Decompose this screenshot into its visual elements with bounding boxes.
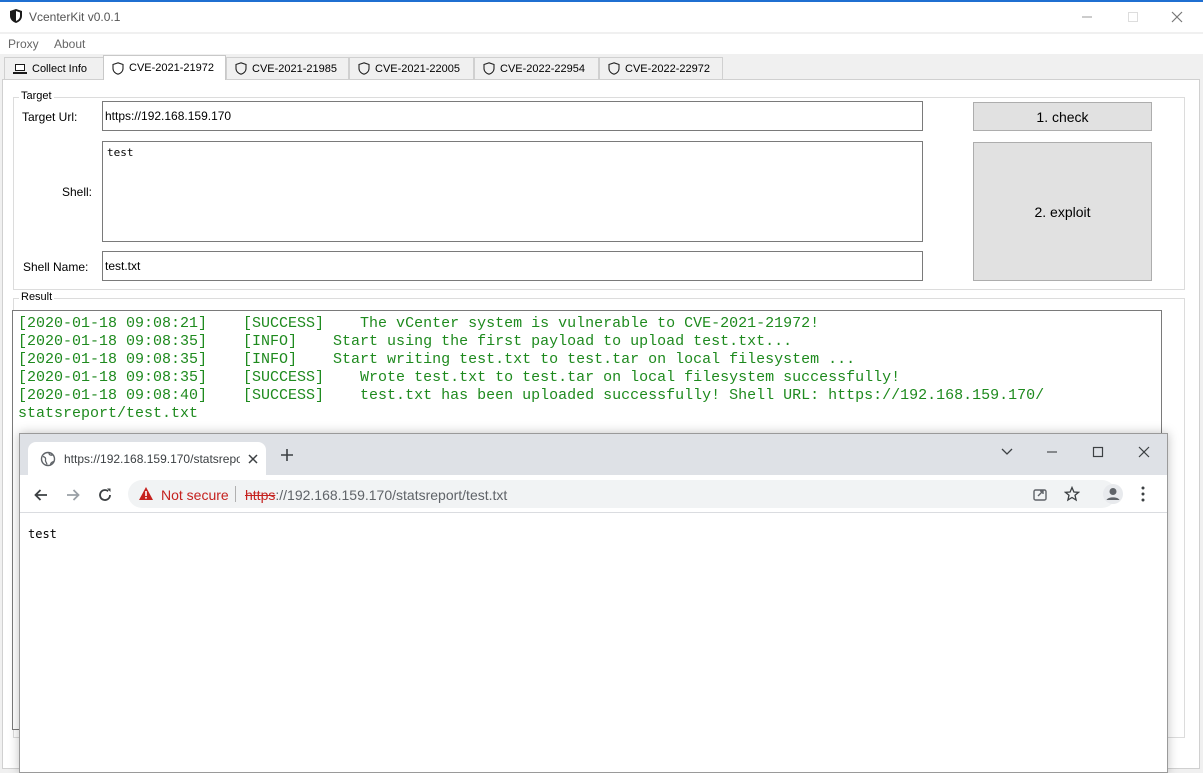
- target-url-label: Target Url:: [22, 110, 78, 124]
- back-button[interactable]: [30, 484, 52, 506]
- tab-cve-2021-21972[interactable]: CVE-2021-21972: [103, 55, 226, 80]
- warning-icon: [139, 487, 153, 500]
- target-url-input[interactable]: https://192.168.159.170: [102, 101, 923, 131]
- maximize-button[interactable]: [1110, 2, 1156, 32]
- url-rest: ://192.168.159.170/statsreport/test.txt: [275, 487, 508, 503]
- maximize-icon: [1092, 446, 1104, 458]
- page-content: test: [28, 527, 57, 541]
- tab-cve-2022-22972[interactable]: CVE-2022-22972: [599, 57, 723, 79]
- minimize-button[interactable]: [1064, 2, 1110, 32]
- target-group-label: Target: [19, 90, 54, 102]
- plus-icon: [281, 449, 293, 461]
- more-menu-icon[interactable]: [1141, 486, 1145, 502]
- tab-strip: Collect Info CVE-2021-21972 CVE-2021-219…: [0, 55, 1203, 80]
- reload-button[interactable]: [94, 484, 116, 506]
- shell-name-label: Shell Name:: [23, 260, 89, 274]
- menu-about[interactable]: About: [54, 37, 85, 51]
- log-line: [2020-01-18 09:08:35] [INFO] Start using…: [18, 333, 793, 350]
- shell-name-input[interactable]: test.txt: [102, 251, 923, 281]
- log-line: [2020-01-18 09:08:21] [SUCCESS] The vCen…: [18, 315, 820, 332]
- shell-label: Shell:: [62, 185, 93, 199]
- shell-textarea[interactable]: test: [102, 141, 923, 242]
- browser-minimize-button[interactable]: [1037, 440, 1067, 464]
- exploit-button[interactable]: 2. exploit: [973, 142, 1152, 281]
- new-tab-button[interactable]: [280, 446, 294, 466]
- profile-avatar-icon[interactable]: [1102, 483, 1124, 505]
- tab-label: CVE-2022-22954: [500, 62, 586, 75]
- shield-icon: [358, 62, 370, 75]
- tab-label: CVE-2021-22005: [375, 62, 461, 75]
- close-icon: [1138, 446, 1150, 458]
- result-group-label: Result: [19, 291, 55, 303]
- tab-search-button[interactable]: [992, 440, 1022, 464]
- tab-label: CVE-2021-21972: [129, 62, 215, 74]
- share-icon[interactable]: [1032, 486, 1048, 502]
- forward-arrow-icon: [67, 489, 80, 501]
- globe-icon: [40, 451, 56, 466]
- omnibox-divider: [235, 486, 236, 502]
- url-text[interactable]: https://192.168.159.170/statsreport/test…: [245, 487, 507, 503]
- close-icon: [1171, 11, 1183, 23]
- menu-proxy[interactable]: Proxy: [8, 37, 39, 51]
- back-arrow-icon: [34, 489, 47, 501]
- browser-tab-title: https://192.168.159.170/statsreport/test…: [64, 451, 240, 466]
- minimize-icon: [1047, 451, 1057, 453]
- address-bar[interactable]: Not secure https://192.168.159.170/stats…: [128, 480, 1116, 508]
- log-line: [2020-01-18 09:08:40] [SUCCESS] test.txt…: [18, 387, 1045, 404]
- log-line: [2020-01-18 09:08:35] [SUCCESS] Wrote te…: [18, 369, 901, 386]
- browser-maximize-button[interactable]: [1083, 440, 1113, 464]
- browser-tab-bar[interactable]: https://192.168.159.170/statsreport/test…: [20, 434, 1167, 475]
- menu-bar: Proxy About: [0, 34, 1203, 54]
- shield-icon: [235, 62, 247, 75]
- tab-cve-2022-22954[interactable]: CVE-2022-22954: [474, 57, 599, 79]
- forward-button[interactable]: [62, 484, 84, 506]
- computer-icon: [13, 63, 27, 74]
- browser-toolbar: Not secure https://192.168.159.170/stats…: [20, 475, 1167, 513]
- window-title: VcenterKit v0.0.1: [29, 10, 121, 24]
- tab-cve-2021-22005[interactable]: CVE-2021-22005: [349, 57, 474, 79]
- tab-cve-2021-21985[interactable]: CVE-2021-21985: [226, 57, 349, 79]
- minimize-icon: [1082, 16, 1092, 18]
- browser-tab[interactable]: https://192.168.159.170/statsreport/test…: [28, 442, 266, 475]
- tab-label: CVE-2021-21985: [252, 62, 338, 75]
- tab-label: CVE-2022-22972: [625, 62, 711, 75]
- not-secure-label[interactable]: Not secure: [161, 487, 229, 503]
- tab-label: Collect Info: [32, 62, 88, 75]
- browser-close-button[interactable]: [1129, 440, 1159, 464]
- shield-app-icon: [10, 9, 22, 23]
- browser-window: https://192.168.159.170/statsreport/test…: [19, 433, 1168, 773]
- chevron-down-icon: [1001, 448, 1013, 455]
- tab-collect-info[interactable]: Collect Info: [4, 57, 104, 79]
- tab-close-icon[interactable]: [248, 451, 258, 467]
- shield-icon: [112, 61, 124, 75]
- log-line: [2020-01-18 09:08:35] [INFO] Start writi…: [18, 351, 856, 368]
- log-line: statsreport/test.txt: [18, 405, 199, 422]
- shield-icon: [608, 62, 620, 75]
- check-button[interactable]: 1. check: [973, 102, 1152, 131]
- url-scheme: https: [245, 487, 276, 503]
- shield-icon: [483, 62, 495, 75]
- maximize-icon: [1128, 12, 1138, 22]
- close-button[interactable]: [1154, 2, 1200, 32]
- title-bar[interactable]: VcenterKit v0.0.1: [0, 2, 1203, 32]
- bookmark-star-icon[interactable]: [1064, 486, 1080, 502]
- reload-icon: [99, 488, 111, 501]
